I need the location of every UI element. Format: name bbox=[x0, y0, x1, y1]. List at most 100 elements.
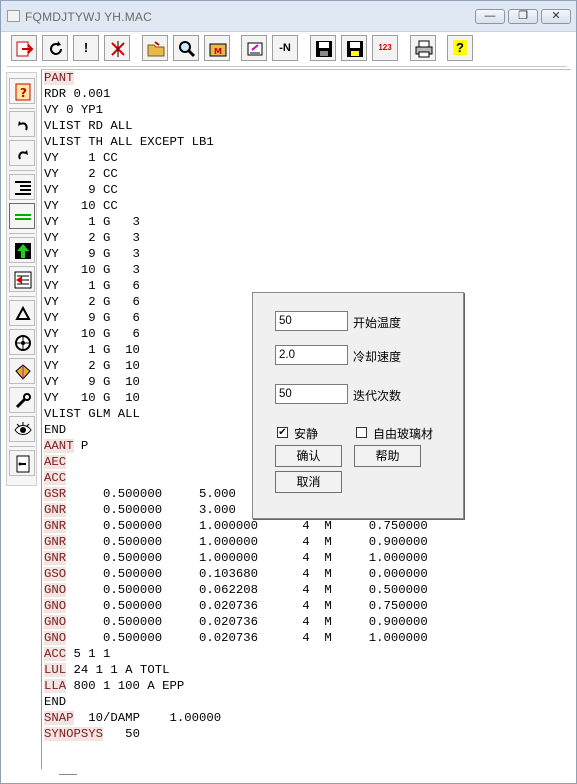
code-line[interactable]: VY 2 CC bbox=[44, 166, 428, 182]
code-line[interactable]: VY 1 G 3 bbox=[44, 214, 428, 230]
separator bbox=[9, 108, 35, 109]
lines-button[interactable] bbox=[9, 203, 35, 229]
edit-button[interactable] bbox=[241, 35, 267, 61]
start-temp-input[interactable]: 50 bbox=[275, 311, 348, 331]
minimize-button[interactable]: — bbox=[475, 9, 505, 24]
help-icon: ? bbox=[453, 40, 467, 55]
code-line[interactable]: VY 10 CC bbox=[44, 198, 428, 214]
print-button[interactable] bbox=[410, 35, 436, 61]
triangle-button[interactable] bbox=[9, 300, 35, 326]
code-line[interactable]: VLIST RD ALL bbox=[44, 118, 428, 134]
code-line[interactable]: GNO 0.500000 0.020736 4 M 1.000000 bbox=[44, 630, 428, 646]
code-text: VY 9 G 3 bbox=[44, 247, 140, 261]
code-keyword: GSR bbox=[44, 487, 67, 501]
number-icon: 123 bbox=[378, 43, 392, 52]
save-as-button[interactable] bbox=[341, 35, 367, 61]
code-text: VY 1 G 10 bbox=[44, 343, 140, 357]
iterations-input[interactable]: 50 bbox=[275, 384, 348, 404]
app-icon bbox=[7, 10, 20, 22]
code-line[interactable]: VLIST TH ALL EXCEPT LB1 bbox=[44, 134, 428, 150]
code-line[interactable]: GNO 0.500000 0.020736 4 M 0.900000 bbox=[44, 614, 428, 630]
code-text: VY 9 G 10 bbox=[44, 375, 140, 389]
undo-button[interactable] bbox=[9, 111, 35, 137]
code-line[interactable]: END bbox=[44, 694, 428, 710]
code-text: VY 1 CC bbox=[44, 151, 118, 165]
code-line[interactable]: VY 9 CC bbox=[44, 182, 428, 198]
code-line[interactable]: LLA 800 1 100 A EPP bbox=[44, 678, 428, 694]
iterations-label: 迭代次数 bbox=[353, 389, 402, 403]
code-line[interactable]: LUL 24 1 1 A TOTL bbox=[44, 662, 428, 678]
edit-icon bbox=[247, 42, 263, 56]
up-arrow-button[interactable] bbox=[9, 237, 35, 263]
exclamation-button[interactable]: ! bbox=[73, 35, 99, 61]
code-line[interactable]: RDR 0.001 bbox=[44, 86, 428, 102]
indent-button[interactable] bbox=[9, 174, 35, 200]
separator bbox=[9, 233, 35, 234]
exit-icon bbox=[16, 41, 34, 57]
code-line[interactable]: GNR 0.500000 1.000000 4 M 1.000000 bbox=[44, 550, 428, 566]
exclamation-icon: ! bbox=[83, 40, 89, 55]
target-button[interactable] bbox=[9, 329, 35, 355]
title-bar[interactable]: FQMDJTYWJ YH.MAC — ❐ ✕ bbox=[1, 1, 576, 32]
code-keyword: AEC bbox=[44, 455, 67, 469]
code-text: 0.500000 1.000000 4 M 1.000000 bbox=[66, 551, 428, 565]
code-keyword: GNR bbox=[44, 503, 67, 517]
code-line[interactable]: GNR 0.500000 1.000000 4 M 0.750000 bbox=[44, 518, 428, 534]
code-text: 0.500000 0.020736 4 M 0.900000 bbox=[66, 615, 428, 629]
macro-button[interactable]: M bbox=[204, 35, 230, 61]
code-text: END bbox=[44, 695, 67, 709]
code-text: VY 1 G 3 bbox=[44, 215, 140, 229]
start-temp-label: 开始温度 bbox=[353, 316, 402, 330]
insert-button[interactable] bbox=[9, 266, 35, 292]
free-glass-label: 自由玻璃材 bbox=[373, 427, 434, 441]
close-button[interactable]: ✕ bbox=[541, 9, 571, 24]
exit-button[interactable] bbox=[11, 35, 37, 61]
help-book-button[interactable]: ? bbox=[9, 78, 35, 104]
code-line[interactable]: VY 0 YP1 bbox=[44, 102, 428, 118]
eye-button[interactable] bbox=[9, 416, 35, 442]
main-toolbar: ! M -N 123 ? bbox=[7, 32, 567, 67]
lens-button[interactable] bbox=[9, 358, 35, 384]
eye-icon bbox=[14, 422, 32, 435]
code-keyword: GNO bbox=[44, 599, 67, 613]
wrench-button[interactable] bbox=[9, 387, 35, 413]
help-button[interactable]: ? bbox=[447, 35, 473, 61]
free-glass-checkbox[interactable] bbox=[356, 427, 367, 438]
open-button[interactable] bbox=[142, 35, 168, 61]
code-text: 0.500000 0.020736 4 M 0.750000 bbox=[66, 599, 428, 613]
restore-button[interactable]: ❐ bbox=[508, 9, 538, 24]
code-line[interactable]: GSO 0.500000 0.103680 4 M 0.000000 bbox=[44, 566, 428, 582]
code-line[interactable]: VY 2 G 3 bbox=[44, 230, 428, 246]
search-button[interactable] bbox=[173, 35, 199, 61]
code-line[interactable]: VY 9 G 3 bbox=[44, 246, 428, 262]
window-title: FQMDJTYWJ YH.MAC bbox=[25, 10, 152, 24]
refresh-button[interactable] bbox=[42, 35, 68, 61]
redo-button[interactable] bbox=[9, 140, 35, 166]
code-line[interactable]: ACC 5 1 1 bbox=[44, 646, 428, 662]
confirm-button[interactable]: 确认 bbox=[275, 445, 342, 467]
quiet-checkbox[interactable]: ✔ bbox=[277, 427, 288, 438]
code-line[interactable]: VY 10 G 3 bbox=[44, 262, 428, 278]
code-line[interactable]: GNO 0.500000 0.020736 4 M 0.750000 bbox=[44, 598, 428, 614]
code-line[interactable]: GNO 0.500000 0.062208 4 M 0.500000 bbox=[44, 582, 428, 598]
help-dialog-button[interactable]: 帮助 bbox=[354, 445, 421, 467]
code-line[interactable]: PANT bbox=[44, 70, 428, 86]
code-line[interactable]: SYNOPSYS 50 bbox=[44, 726, 428, 742]
code-text: 10/DAMP 1.00000 bbox=[73, 711, 222, 725]
exit-door-button[interactable] bbox=[9, 450, 35, 476]
number-button[interactable]: 123 bbox=[372, 35, 398, 61]
code-text: 5 1 1 bbox=[66, 647, 111, 661]
stop-button[interactable] bbox=[104, 35, 130, 61]
code-keyword: GNO bbox=[44, 615, 67, 629]
negate-button[interactable]: -N bbox=[272, 35, 298, 61]
cancel-button[interactable]: 取消 bbox=[275, 471, 342, 493]
code-text: 0.500000 0.103680 4 M 0.000000 bbox=[66, 567, 428, 581]
save-button[interactable] bbox=[310, 35, 336, 61]
code-line[interactable]: VY 1 CC bbox=[44, 150, 428, 166]
code-line[interactable]: SNAP 10/DAMP 1.00000 bbox=[44, 710, 428, 726]
cooling-rate-input[interactable]: 2.0 bbox=[275, 345, 348, 365]
code-line[interactable]: GNR 0.500000 1.000000 4 M 0.900000 bbox=[44, 534, 428, 550]
code-text: 0.500000 1.000000 4 M 0.750000 bbox=[66, 519, 428, 533]
save-as-icon bbox=[347, 41, 363, 57]
code-keyword: AANT bbox=[44, 439, 74, 453]
